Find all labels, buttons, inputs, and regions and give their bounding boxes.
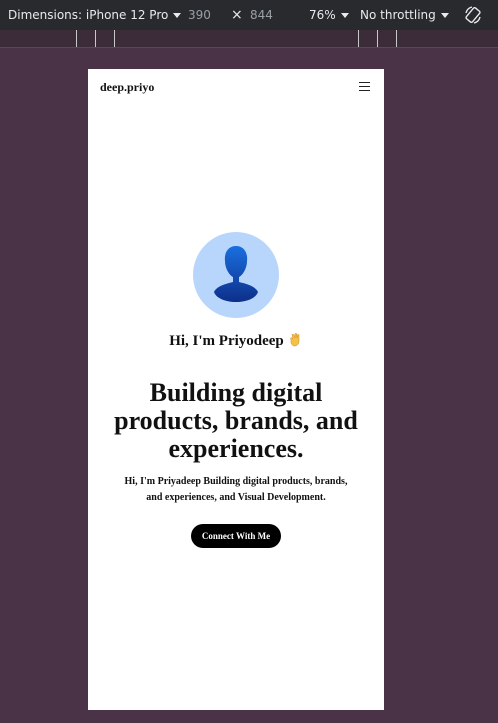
- devtools-device-toolbar: Dimensions: iPhone 12 Pro 390 × 844 76% …: [0, 0, 498, 30]
- person-silhouette-icon: [214, 246, 258, 302]
- hero-headline: Building digital products, brands, and e…: [114, 378, 358, 463]
- site-navbar: deep.priyo: [88, 69, 384, 105]
- waving-hand-icon: [290, 333, 300, 347]
- zoom-label: 76%: [309, 8, 336, 22]
- brand-logo[interactable]: deep.priyo: [100, 80, 154, 95]
- throttling-label: No throttling: [360, 8, 436, 22]
- dimensions-select[interactable]: Dimensions: iPhone 12 Pro: [8, 8, 182, 22]
- rotate-icon[interactable]: [463, 5, 483, 25]
- greeting: Hi, I'm Priyodeep: [88, 331, 384, 350]
- chevron-down-icon: [340, 12, 349, 18]
- avatar: [193, 232, 279, 318]
- height-input[interactable]: 844: [250, 8, 273, 22]
- throttling-select[interactable]: No throttling: [360, 8, 449, 22]
- greeting-text: Hi, I'm Priyodeep: [169, 333, 284, 349]
- chevron-down-icon: [440, 12, 449, 18]
- hero-subtext: Hi, I'm Priyadeep Building digital produ…: [124, 476, 348, 503]
- hamburger-icon[interactable]: [359, 82, 370, 92]
- dimension-separator: ×: [231, 7, 243, 23]
- dimensions-label: Dimensions: iPhone 12 Pro: [8, 8, 169, 22]
- media-query-ruler: [0, 30, 498, 48]
- device-viewport: deep.priyo Hi, I'm Priyodeep Building di…: [88, 69, 384, 710]
- zoom-select[interactable]: 76%: [309, 8, 349, 22]
- chevron-down-icon: [173, 12, 182, 18]
- width-input[interactable]: 390: [188, 8, 211, 22]
- connect-button[interactable]: Connect With Me: [191, 524, 281, 548]
